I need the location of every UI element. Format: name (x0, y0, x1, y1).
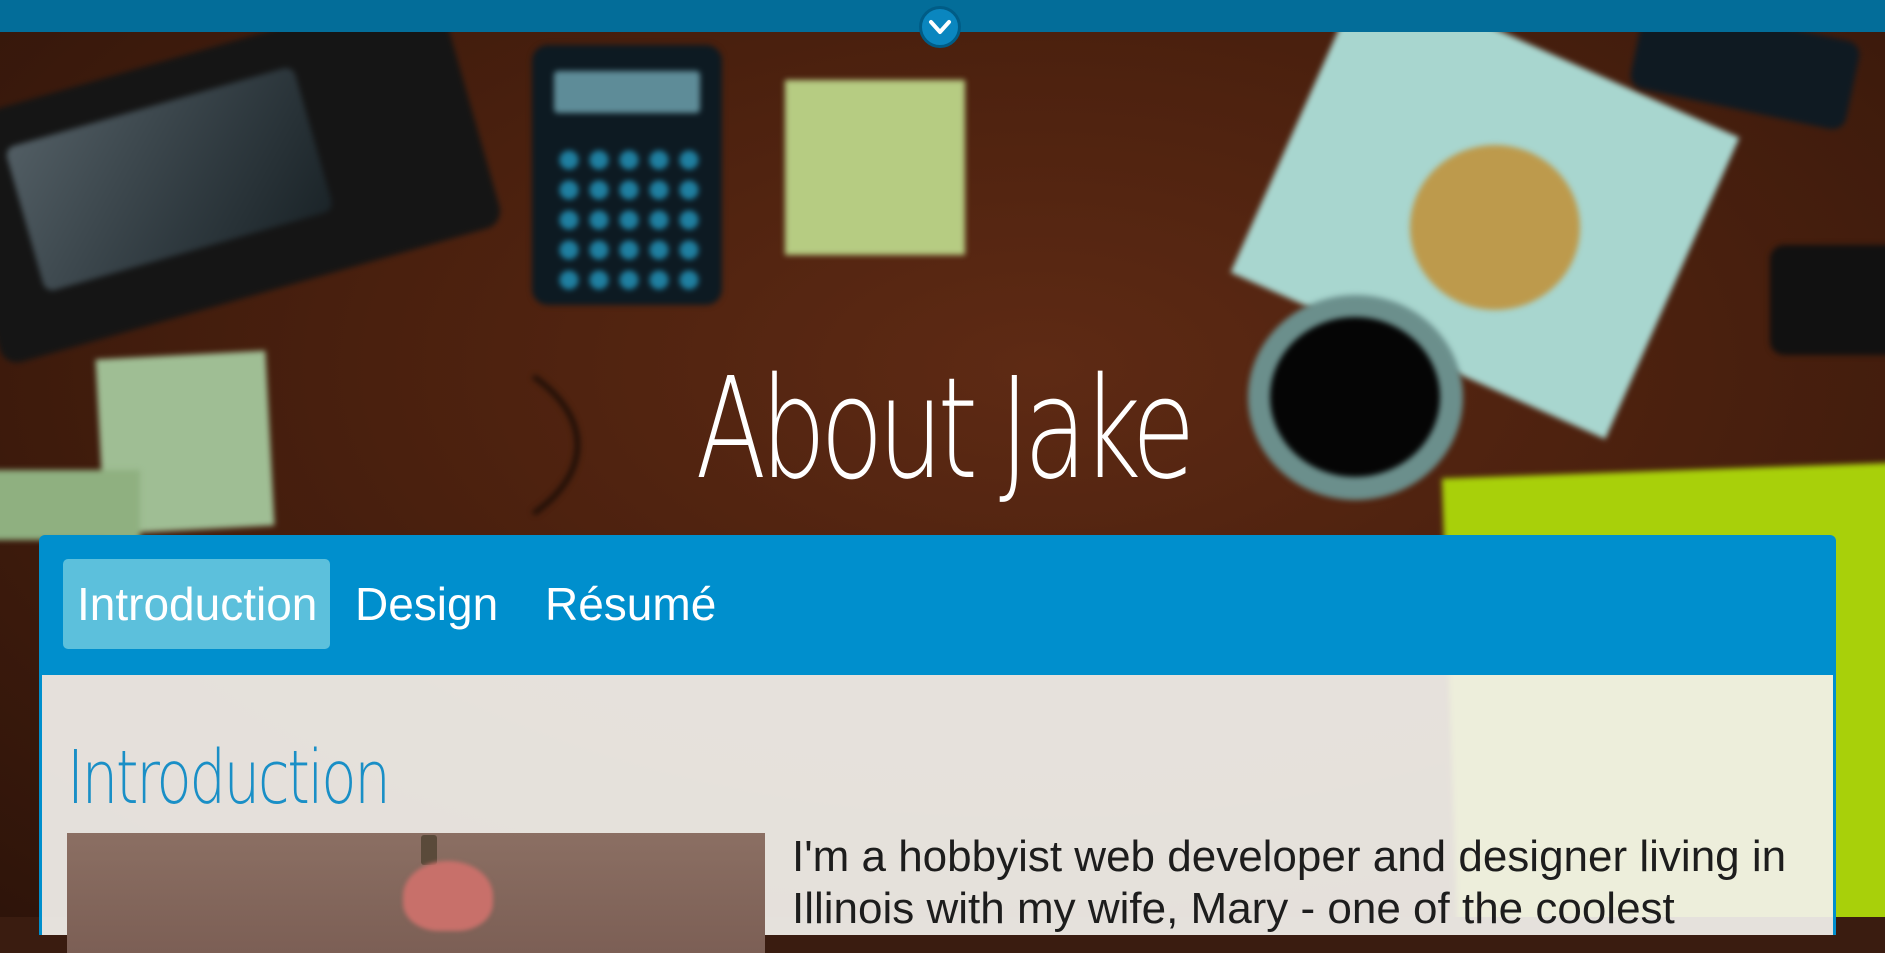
chevron-down-icon (929, 20, 951, 34)
profile-photo (67, 833, 765, 953)
page-title: About Jake (695, 348, 1195, 511)
tab-bar: Introduction Design Résumé (39, 535, 1836, 675)
device-shape (1770, 245, 1885, 355)
calculator-shape (532, 45, 722, 305)
section-heading: Introduction (67, 735, 391, 821)
paper-note-shape (0, 470, 140, 540)
tab-resume[interactable]: Résumé (531, 559, 730, 649)
tab-design[interactable]: Design (341, 559, 512, 649)
intro-paragraph: I'm a hobbyist web developer and designe… (792, 832, 1787, 933)
cookie-shape (1410, 145, 1580, 310)
tab-introduction[interactable]: Introduction (63, 559, 330, 649)
tablet-shape (0, 0, 505, 367)
tab-content: Introduction I'm a hobbyist web develope… (39, 675, 1836, 953)
about-panel: Introduction Design Résumé Introduction … (39, 535, 1836, 953)
sticky-note-shape (785, 80, 965, 255)
scroll-down-button[interactable] (919, 6, 961, 48)
